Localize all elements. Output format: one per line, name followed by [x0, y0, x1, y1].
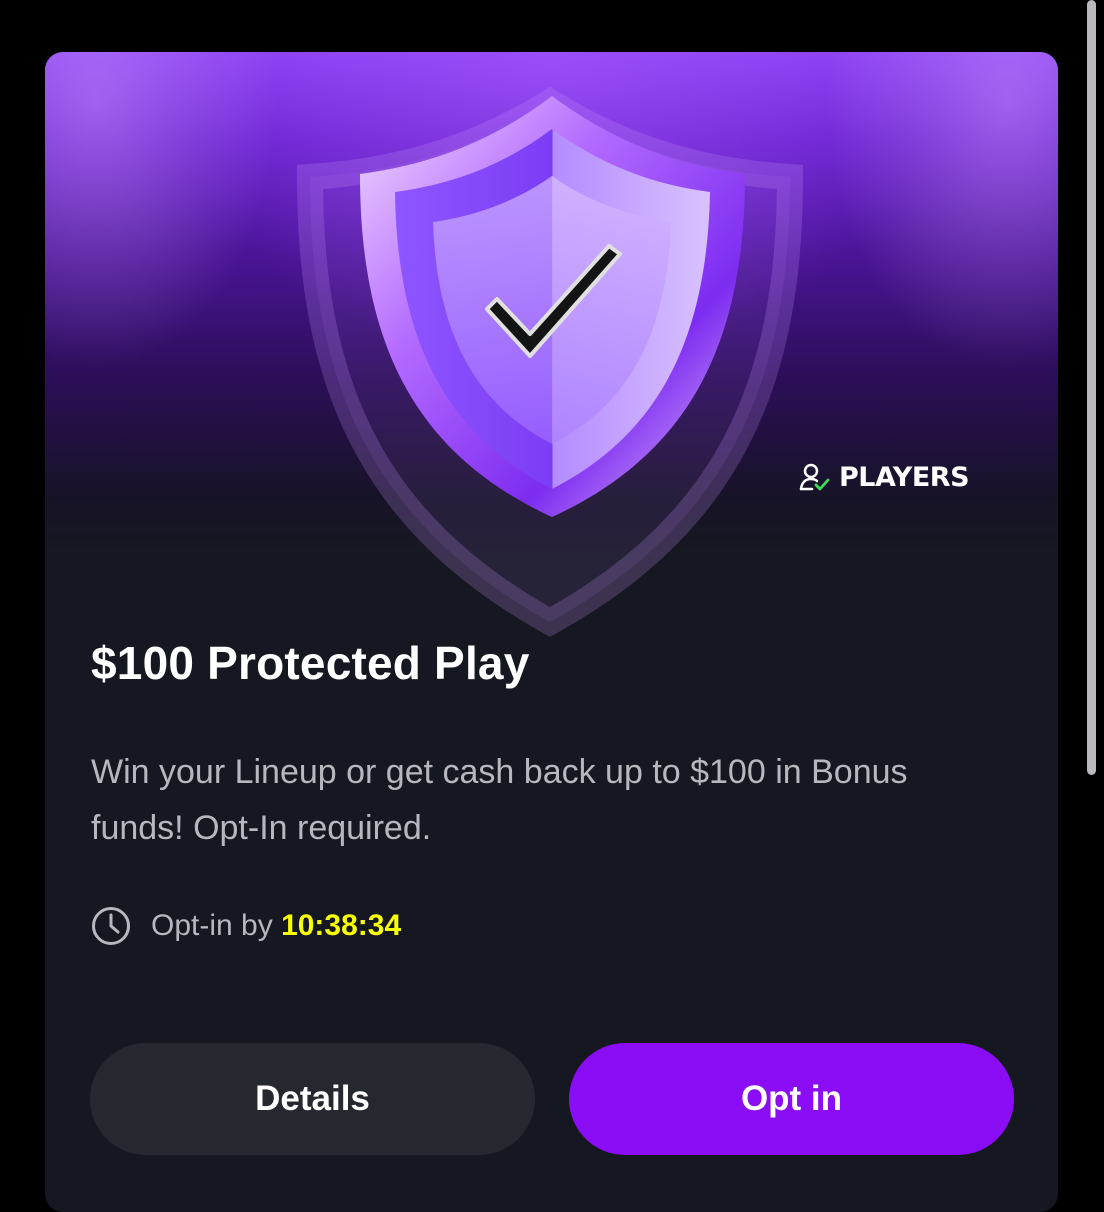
opt-in-deadline: Opt-in by 10:38:34 [91, 906, 401, 946]
promo-title: $100 Protected Play [91, 637, 530, 689]
promo-description: Win your Lineup or get cash back up to $… [91, 753, 908, 847]
promo-hero-banner: PLAYERS [45, 52, 1058, 637]
opt-in-button[interactable]: Opt in [569, 1043, 1014, 1155]
clock-icon [91, 906, 131, 946]
players-brand-logo: PLAYERS [799, 462, 970, 493]
promo-card: PLAYERS $100 Protected Play Win your Lin… [45, 52, 1058, 1212]
brand-name: PLAYERS [839, 462, 970, 493]
deadline-label: Opt-in by [151, 909, 273, 942]
page-scrollbar[interactable] [1087, 0, 1096, 775]
user-check-icon [799, 463, 831, 493]
details-button[interactable]: Details [90, 1043, 535, 1155]
countdown-timer: 10:38:34 [281, 909, 402, 942]
shield-check-icon [360, 96, 745, 517]
